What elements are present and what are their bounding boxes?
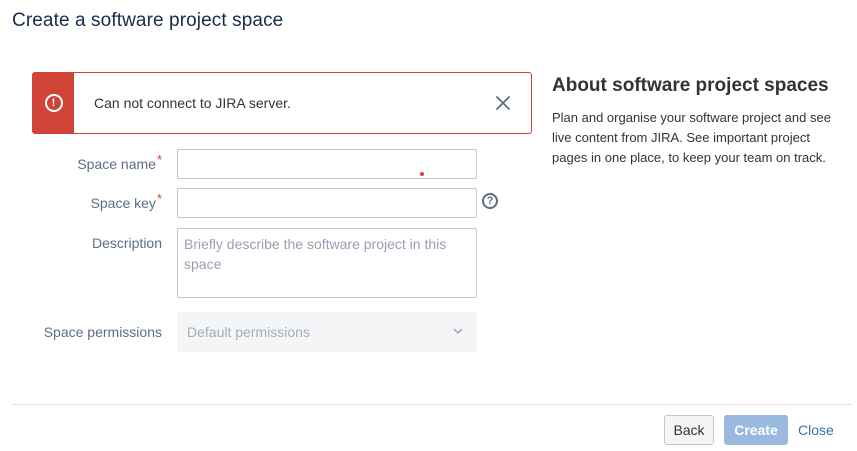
chevron-down-icon — [453, 328, 463, 334]
space-name-input[interactable] — [177, 149, 477, 179]
description-label: Description — [91, 235, 162, 251]
space-key-label: Space key* — [0, 191, 162, 211]
close-icon — [496, 96, 510, 110]
dialog-title: Create a software project space — [12, 10, 284, 31]
back-button[interactable]: Back — [664, 415, 714, 445]
create-space-dialog: Create a software project space ! Can no… — [0, 0, 857, 451]
space-key-input[interactable] — [177, 188, 477, 218]
cursor-dot — [420, 172, 424, 176]
create-button[interactable]: Create — [724, 415, 788, 445]
required-marker: * — [156, 152, 162, 167]
footer-divider — [12, 404, 852, 405]
description-textarea[interactable] — [177, 228, 477, 298]
space-name-label-text: Space name — [77, 156, 156, 172]
error-banner: ! Can not connect to JIRA server. — [32, 72, 532, 134]
about-title: About software project spaces — [552, 75, 829, 96]
about-text: Plan and organise your software project … — [552, 110, 831, 165]
space-permissions-select[interactable]: Default permissions — [177, 312, 477, 352]
exclamation-circle-icon: ! — [44, 94, 63, 112]
space-permissions-label: Space permissions — [43, 324, 162, 340]
space-name-label: Space name* — [0, 152, 162, 172]
error-strip: ! — [33, 73, 74, 133]
required-marker: * — [156, 191, 162, 206]
error-close-button[interactable] — [475, 73, 531, 133]
error-message: Can not connect to JIRA server. — [94, 95, 291, 111]
close-link[interactable]: Close — [798, 422, 834, 438]
question-circle-icon[interactable]: ? — [482, 193, 498, 209]
space-permissions-value: Default permissions — [187, 324, 310, 340]
space-key-label-text: Space key — [90, 195, 156, 211]
